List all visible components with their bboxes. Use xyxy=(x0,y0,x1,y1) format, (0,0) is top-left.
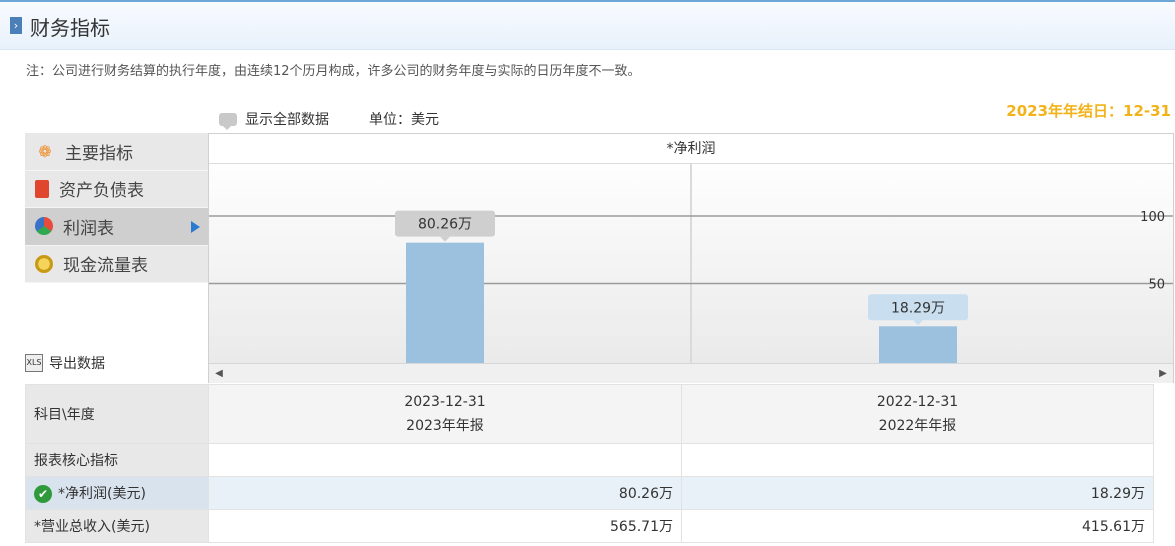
chart-svg: 50 100 80.26万 18.29万 xyxy=(209,164,1173,363)
table-row[interactable]: *营业总收入(美元) 565.71万 415.61万 xyxy=(25,509,1154,543)
row-label: *营业总收入(美元) xyxy=(25,509,209,543)
page-header: › 财务指标 xyxy=(0,0,1175,50)
row-value: 18.29万 xyxy=(681,476,1154,510)
document-icon xyxy=(35,179,49,198)
table-row[interactable]: ✔ *净利润(美元) 80.26万 18.29万 xyxy=(25,476,1154,510)
nav-item-label: 资产负债表 xyxy=(59,181,144,202)
y-tick-label: 100 xyxy=(1140,210,1165,225)
nav-item-label: 主要指标 xyxy=(65,143,133,164)
page-title: 财务指标 xyxy=(30,16,110,40)
data-label-pointer xyxy=(440,236,450,242)
row-label-cell: ✔ *净利润(美元) xyxy=(25,476,209,510)
data-label: 18.29万 xyxy=(891,300,945,316)
row-value: 80.26万 xyxy=(208,476,682,510)
export-label: 导出数据 xyxy=(49,356,105,372)
data-label-pointer xyxy=(913,320,923,326)
chat-bubble-icon xyxy=(219,112,237,130)
statement-nav: ❁ 主要指标 资产负债表 利润表 现金流量表 xyxy=(25,133,208,283)
fiscal-year-note: 注：公司进行财务结算的执行年度，由连续12个历月构成，许多公司的财务年度与实际的… xyxy=(26,64,641,79)
chart-title: *净利润 xyxy=(209,134,1173,164)
nav-item-label: 现金流量表 xyxy=(63,256,148,277)
scroll-left-icon[interactable]: ◀ xyxy=(211,364,227,383)
chart-plot-area: 50 100 80.26万 18.29万 xyxy=(209,164,1173,363)
chart-scrollbar[interactable]: ◀ ▶ xyxy=(209,363,1173,383)
section-label: 报表核心指标 xyxy=(25,443,209,477)
nav-item-balance-sheet[interactable]: 资产负债表 xyxy=(25,170,208,208)
pie-chart-icon xyxy=(35,217,53,236)
spreadsheet-icon: XLS xyxy=(25,354,43,372)
bar xyxy=(879,326,957,363)
show-all-data-toggle[interactable]: 显示全部数据 xyxy=(219,109,329,130)
empty-cell xyxy=(681,443,1154,477)
column-header-subject-year: 科目\年度 xyxy=(25,384,209,444)
column-date: 2022-12-31 xyxy=(876,394,959,410)
nav-item-cash-flow[interactable]: 现金流量表 xyxy=(25,245,208,283)
coins-icon xyxy=(35,254,53,273)
row-value: 565.71万 xyxy=(208,509,682,543)
unit-label: 单位：美元 xyxy=(369,112,439,128)
y-tick-label: 50 xyxy=(1148,278,1165,293)
scroll-right-icon[interactable]: ▶ xyxy=(1155,364,1171,383)
export-data-button[interactable]: XLS 导出数据 xyxy=(25,353,105,373)
section-marker-icon: › xyxy=(10,17,22,34)
year-end-date: 2023年年结日：12-31 xyxy=(1006,102,1171,120)
active-arrow-icon xyxy=(191,221,200,233)
column-report: 2022年年报 xyxy=(878,418,957,434)
row-value: 415.61万 xyxy=(681,509,1154,543)
nav-item-label: 利润表 xyxy=(63,218,114,239)
checkmark-icon: ✔ xyxy=(34,485,52,503)
column-report: 2023年年报 xyxy=(406,418,484,434)
table-header-row: 科目\年度 2023-12-31 2023年年报 2022-12-31 2022… xyxy=(25,384,1154,444)
column-header-2023: 2023-12-31 2023年年报 xyxy=(208,384,682,444)
net-profit-chart: *净利润 50 100 80.26万 18.29万 ◀ ▶ xyxy=(208,133,1174,383)
data-label: 80.26万 xyxy=(418,217,472,233)
show-all-label: 显示全部数据 xyxy=(245,112,329,128)
nav-item-main-indicators[interactable]: ❁ 主要指标 xyxy=(25,133,208,171)
bar xyxy=(406,242,484,363)
column-date: 2023-12-31 xyxy=(404,394,486,410)
empty-cell xyxy=(208,443,682,477)
column-header-2022: 2022-12-31 2022年年报 xyxy=(681,384,1154,444)
financial-table: 科目\年度 2023-12-31 2023年年报 2022-12-31 2022… xyxy=(25,384,1154,543)
row-label: *净利润(美元) xyxy=(58,486,146,502)
nav-item-income-statement[interactable]: 利润表 xyxy=(25,208,208,246)
flower-icon: ❁ xyxy=(38,141,52,161)
table-section-row: 报表核心指标 xyxy=(25,443,1154,477)
